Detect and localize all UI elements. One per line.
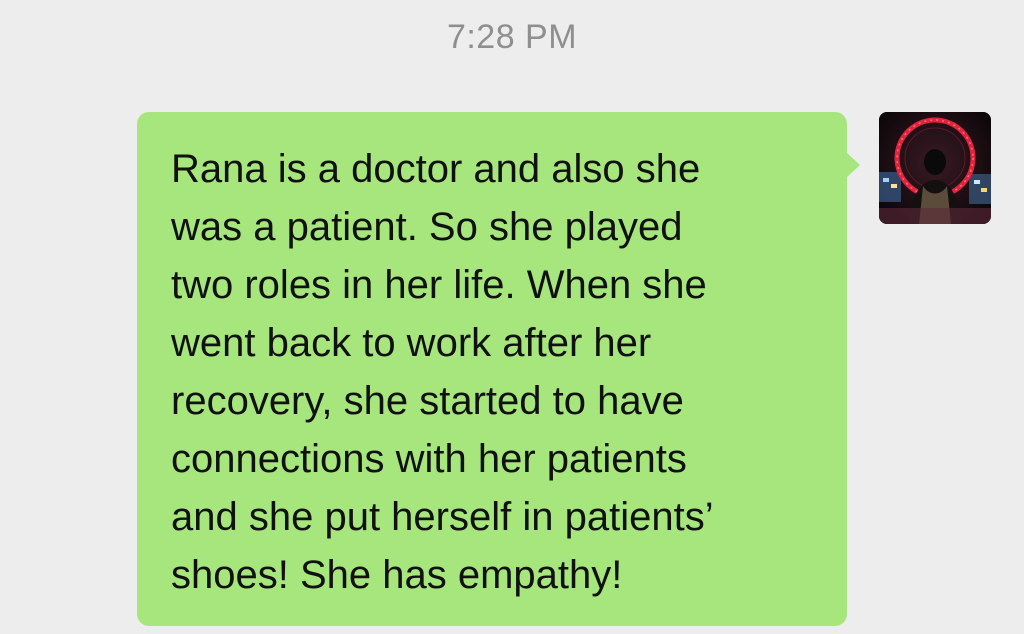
message-bubble[interactable]: Rana is a doctor and also she was a pati…: [137, 112, 860, 626]
message-text: Rana is a doctor and also she was a pati…: [171, 147, 714, 597]
message-row: Rana is a doctor and also she was a pati…: [0, 112, 1024, 626]
avatar[interactable]: [879, 112, 991, 224]
user-avatar-icon: [879, 112, 991, 224]
bubble-tail: [846, 152, 860, 178]
message-timestamp: 7:28 PM: [446, 18, 578, 56]
